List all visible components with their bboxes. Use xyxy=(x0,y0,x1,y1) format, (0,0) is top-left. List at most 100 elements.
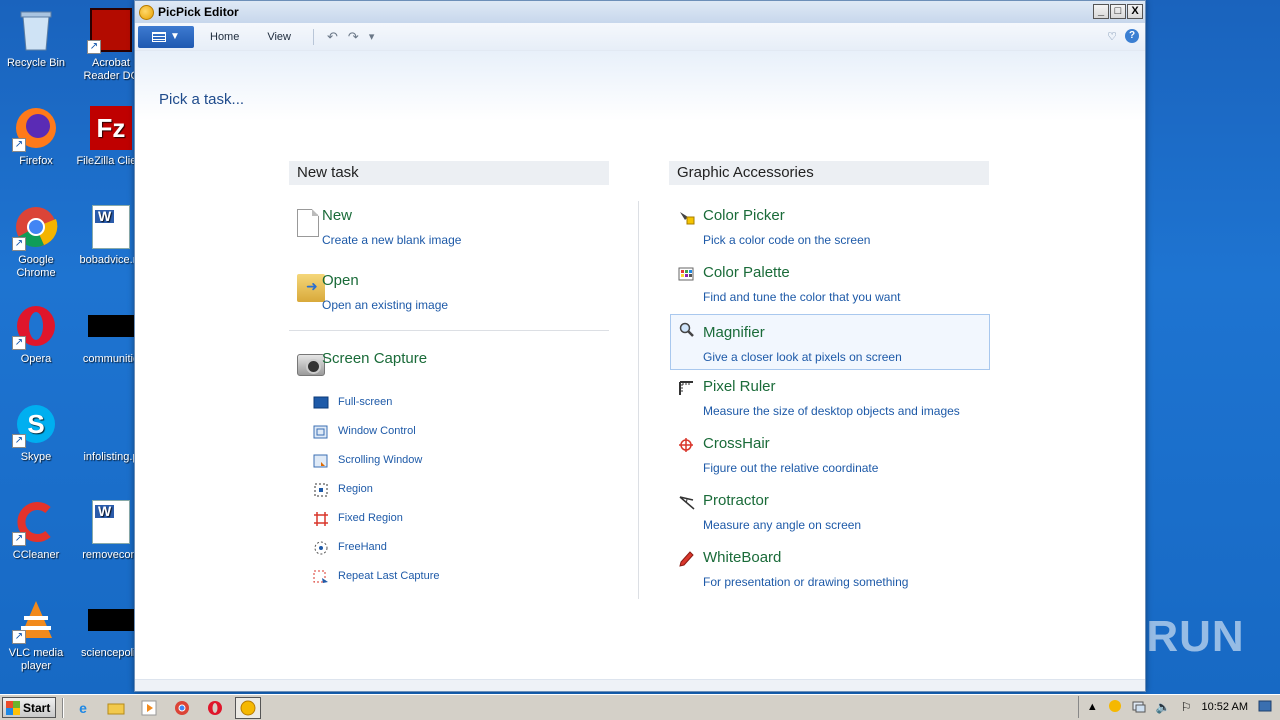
magnifier-icon xyxy=(678,321,696,339)
media-player-icon[interactable] xyxy=(136,697,162,719)
pixel-ruler-icon xyxy=(678,380,696,398)
accessory-pixel-ruler[interactable]: Pixel Ruler Measure the size of desktop … xyxy=(670,376,990,432)
desktop-icon-vlc[interactable]: ↗ VLC media player xyxy=(1,596,71,673)
accessory-color-palette[interactable]: Color Palette Find and tune the color th… xyxy=(670,262,990,318)
accessory-crosshair[interactable]: CrossHair Figure out the relative coordi… xyxy=(670,433,990,489)
task-description: Measure any angle on screen xyxy=(703,518,862,532)
fixed-region-icon xyxy=(313,511,329,527)
accessory-whiteboard[interactable]: WhiteBoard For presentation or drawing s… xyxy=(670,547,990,603)
task-description: Figure out the relative coordinate xyxy=(703,461,879,475)
crosshair-icon xyxy=(678,437,696,455)
scrolling-window-icon xyxy=(313,453,329,469)
accessory-color-picker[interactable]: Color Picker Pick a color code on the sc… xyxy=(670,205,990,261)
app-menu-button[interactable]: ▼ xyxy=(138,25,194,48)
repeat-capture-icon xyxy=(313,569,329,585)
windows-logo-icon xyxy=(6,700,20,715)
picpick-taskbar-icon[interactable] xyxy=(235,696,261,719)
task-open[interactable]: Open Open an existing image xyxy=(289,270,609,326)
redo-icon[interactable]: ↷ xyxy=(343,29,364,45)
recycle-bin-icon xyxy=(12,6,60,54)
help-icon[interactable]: ? xyxy=(1125,29,1139,43)
desktop-icon-label: Opera xyxy=(20,353,52,365)
undo-icon[interactable]: ↶ xyxy=(322,29,343,45)
title-bar[interactable]: PicPick Editor _ □ X xyxy=(135,1,1145,23)
internet-explorer-icon[interactable]: e xyxy=(70,697,96,719)
show-hidden-icons-icon[interactable]: ▲ xyxy=(1087,701,1098,713)
page-title: Pick a task... xyxy=(159,91,245,108)
task-description: For presentation or drawing something xyxy=(703,575,909,589)
desktop-icon-recycle-bin[interactable]: Recycle Bin xyxy=(1,6,71,70)
task-description: Measure the size of desktop objects and … xyxy=(703,404,960,418)
blank-document-icon xyxy=(297,209,319,237)
filezilla-icon: Fz xyxy=(87,104,135,152)
chevron-down-icon: ▼ xyxy=(170,31,180,42)
task-title: Open xyxy=(322,272,359,289)
firefox-icon: ↗ xyxy=(12,104,60,152)
desktop-icon-label: Recycle Bin xyxy=(6,57,66,69)
task-screen-capture: Screen Capture xyxy=(289,348,609,378)
shortcut-arrow-icon: ↗ xyxy=(12,138,26,152)
camera-icon xyxy=(297,354,325,376)
shortcut-arrow-icon: ↗ xyxy=(12,434,26,448)
maximize-button[interactable]: □ xyxy=(1110,4,1126,19)
capture-label: Repeat Last Capture xyxy=(338,570,440,582)
capture-label: Full-screen xyxy=(338,396,393,408)
system-tray: ▲ 🔈 ⚐ 10:52 AM xyxy=(1077,696,1280,718)
tab-home[interactable]: Home xyxy=(196,31,253,43)
quick-access-dropdown-icon[interactable]: ▾ xyxy=(364,30,380,43)
desktop-icon-label: CCleaner xyxy=(12,549,60,561)
full-screen-icon xyxy=(313,395,329,411)
vlc-icon: ↗ xyxy=(12,596,60,644)
task-title: New xyxy=(322,207,353,224)
chrome-icon: ↗ xyxy=(12,203,60,251)
svg-text:S: S xyxy=(27,409,44,439)
volume-icon[interactable]: 🔈 xyxy=(1156,700,1171,714)
task-title: Pixel Ruler xyxy=(703,378,776,395)
task-new[interactable]: New Create a new blank image xyxy=(289,205,609,261)
accessory-protractor[interactable]: Protractor Measure any angle on screen xyxy=(670,490,990,546)
shortcut-arrow-icon: ↗ xyxy=(12,336,26,350)
capture-label: Fixed Region xyxy=(338,512,403,524)
desktop-icon-skype[interactable]: S ↗ Skype xyxy=(1,400,71,464)
accessory-magnifier[interactable]: Magnifier Give a closer look at pixels o… xyxy=(670,314,990,370)
freehand-icon xyxy=(313,540,329,556)
desktop-icon-firefox[interactable]: ↗ Firefox xyxy=(1,104,71,168)
minimize-button[interactable]: _ xyxy=(1093,4,1109,19)
column-divider xyxy=(638,201,639,599)
opera-taskbar-icon[interactable] xyxy=(202,697,228,719)
skype-icon: S ↗ xyxy=(12,400,60,448)
desktop-icon-ccleaner[interactable]: ↗ CCleaner xyxy=(1,498,71,562)
start-button[interactable]: Start xyxy=(2,697,56,718)
desktop-icon-chrome[interactable]: ↗ Google Chrome xyxy=(1,203,71,280)
task-description: Open an existing image xyxy=(322,298,449,312)
task-title: CrossHair xyxy=(703,435,770,452)
word-doc-icon: W xyxy=(87,203,135,251)
clock[interactable]: 10:52 AM xyxy=(1202,701,1248,713)
capture-label: Window Control xyxy=(338,425,416,437)
close-button[interactable]: X xyxy=(1127,4,1143,19)
shortcut-arrow-icon: ↗ xyxy=(87,40,101,54)
chrome-taskbar-icon[interactable] xyxy=(169,697,195,719)
window-control-icon xyxy=(313,424,329,440)
capture-label: Scrolling Window xyxy=(338,454,423,466)
desktop-icon-label: Skype xyxy=(20,451,52,463)
minimize-ribbon-icon[interactable]: ♡ xyxy=(1107,30,1117,43)
desktop-icon-opera[interactable]: ↗ Opera xyxy=(1,302,71,366)
file-explorer-icon[interactable] xyxy=(103,697,129,719)
desktop-icon-label: VLC media player xyxy=(8,647,64,672)
protractor-icon xyxy=(678,494,696,512)
window-bottom-strip xyxy=(135,679,1145,691)
task-description: Find and tune the color that you want xyxy=(703,290,901,304)
show-desktop-icon[interactable] xyxy=(1258,700,1272,715)
picpick-tray-icon[interactable] xyxy=(1108,699,1122,716)
tab-view[interactable]: View xyxy=(253,31,305,43)
color-palette-icon xyxy=(678,266,696,284)
word-doc-icon: W xyxy=(87,498,135,546)
black-file-icon xyxy=(87,596,135,644)
action-center-flag-icon[interactable]: ⚐ xyxy=(1181,700,1192,714)
ccleaner-icon: ↗ xyxy=(12,498,60,546)
network-icon[interactable] xyxy=(1132,699,1146,716)
blank-file-icon xyxy=(87,400,135,448)
desktop-icon-label: Firefox xyxy=(19,155,53,167)
shortcut-arrow-icon: ↗ xyxy=(12,630,26,644)
